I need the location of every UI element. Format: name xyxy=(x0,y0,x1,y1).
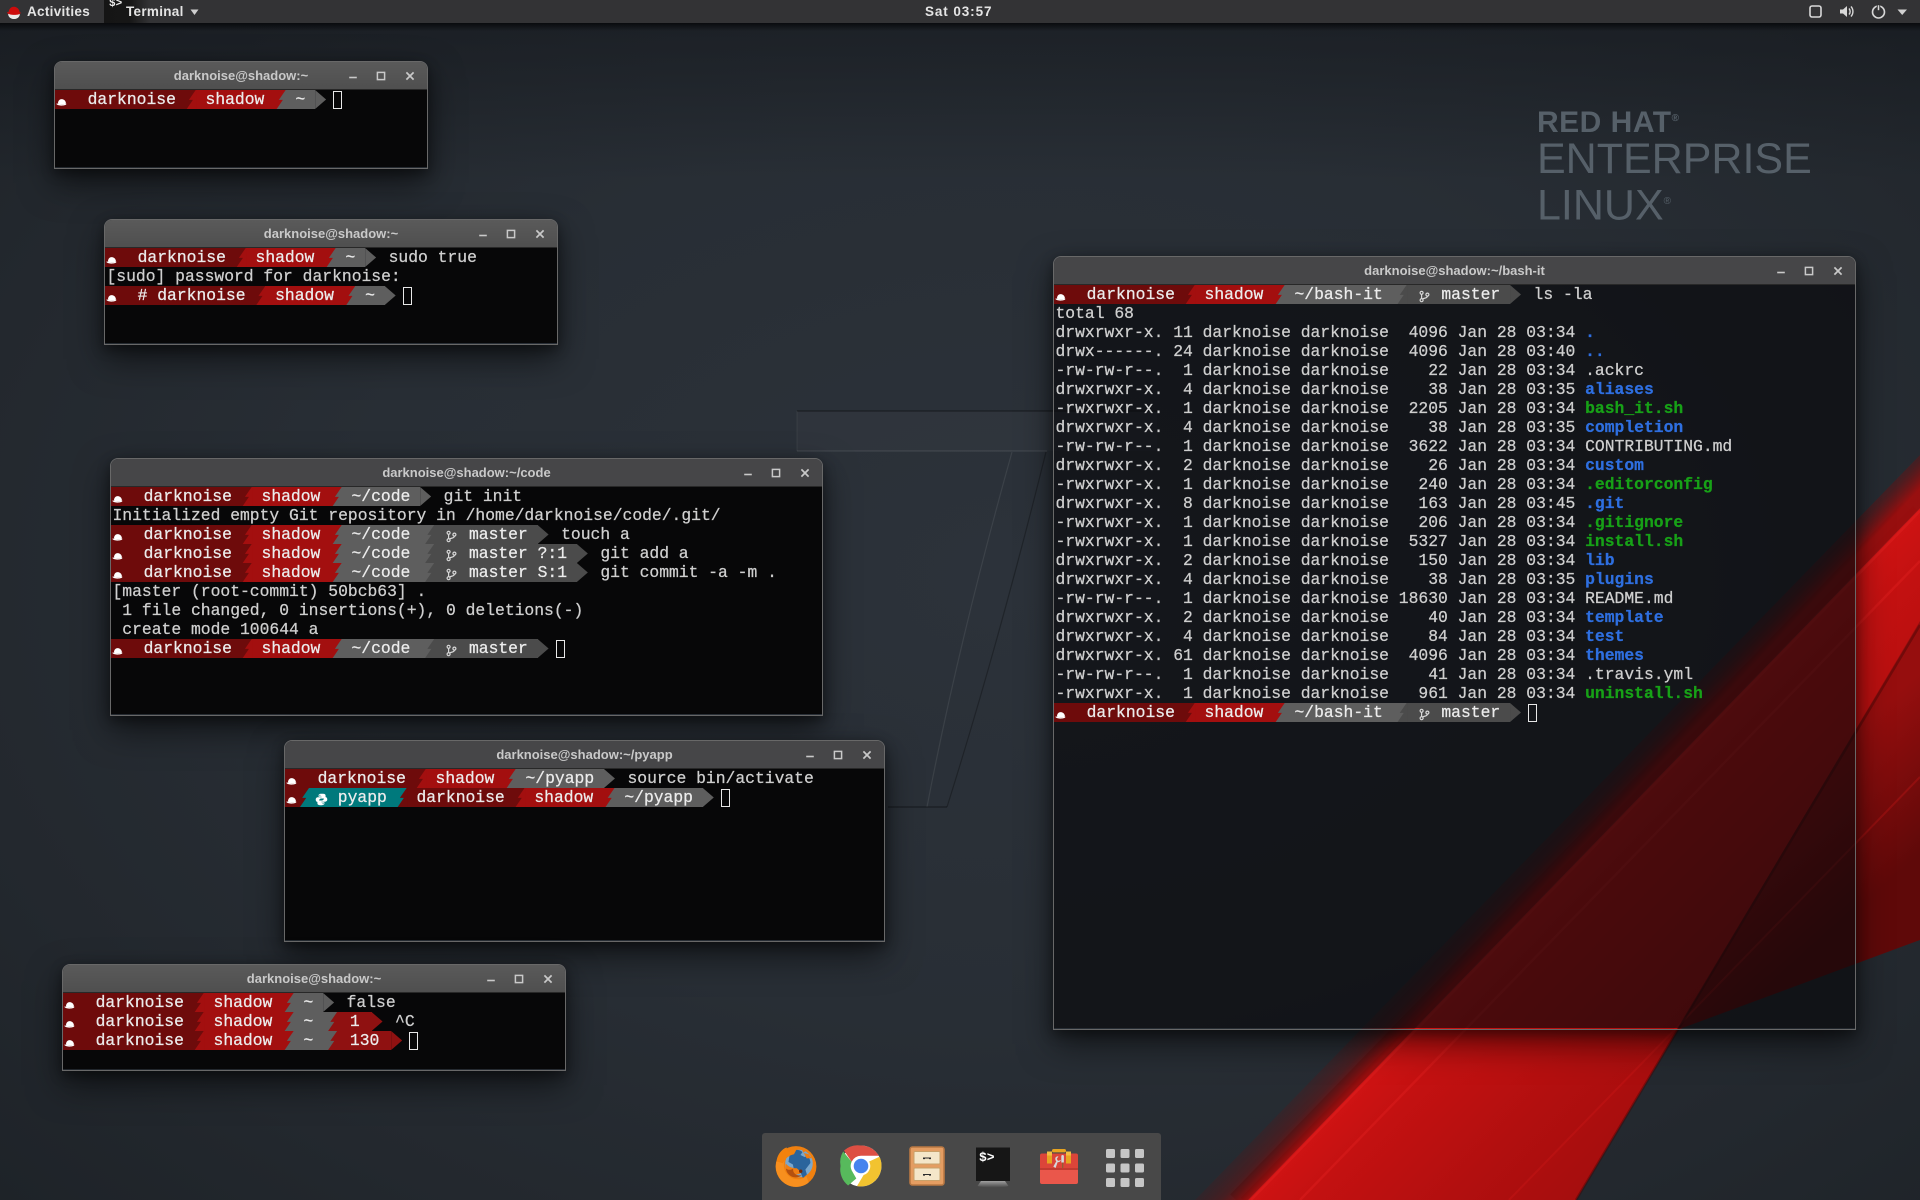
svg-text:$>: $> xyxy=(979,1150,995,1165)
